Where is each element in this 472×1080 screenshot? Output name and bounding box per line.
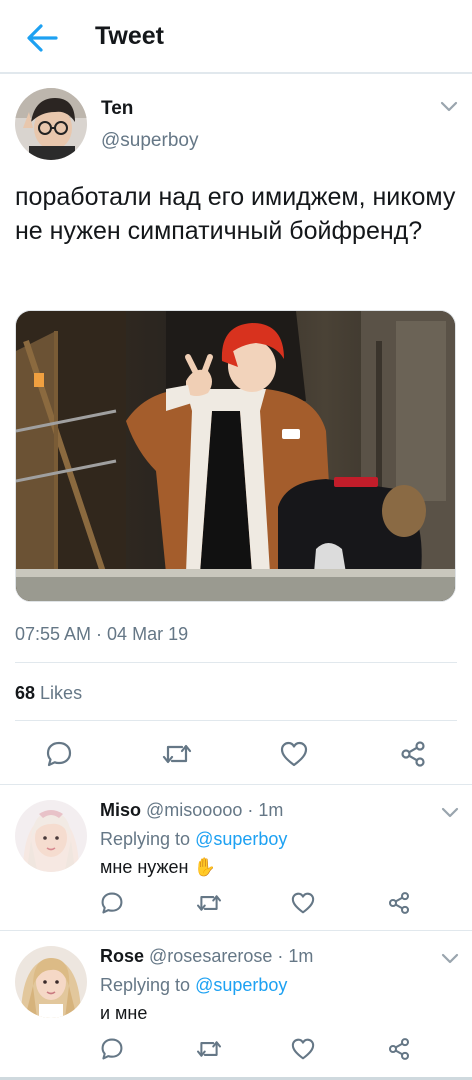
author-name[interactable]: Ten [101, 98, 133, 120]
retweet-button[interactable] [192, 1032, 226, 1066]
likes-stat[interactable]: 68 Likes [15, 683, 82, 704]
reply-button[interactable] [42, 737, 76, 771]
replying-prefix: Replying to [100, 829, 191, 849]
retweet-icon [196, 1041, 222, 1057]
tweet-photo[interactable] [15, 310, 456, 602]
reply-text: мне нужен ✋ [100, 857, 216, 878]
tweet-author: Ten @superboy [15, 88, 458, 168]
reply-text-body: и мне [100, 1003, 148, 1023]
mention-link[interactable]: @superboy [195, 975, 287, 995]
chevron-down-icon [440, 101, 458, 112]
author-handle[interactable]: @superboy [101, 130, 198, 152]
tweet-timestamp: 07:55 AM · 04 Mar 19 [15, 624, 189, 644]
reply-text-body: мне нужен [100, 857, 189, 877]
top-bar: Tweet [0, 0, 472, 74]
reply-options-button[interactable] [441, 952, 459, 970]
reply-button[interactable] [95, 1032, 129, 1066]
tweet-text: поработали над его имиджем, никому не ну… [15, 183, 456, 245]
retweet-icon [162, 744, 192, 764]
share-button[interactable] [382, 886, 416, 920]
reply-time: 1m [288, 946, 314, 966]
reply-header: Rose @rosesarerose · 1m [100, 946, 313, 967]
replying-prefix: Replying to [100, 975, 191, 995]
divider [0, 930, 472, 931]
reply-header: Miso @misooooo · 1m [100, 800, 283, 821]
reply-author-name[interactable]: Miso [100, 800, 141, 820]
reply-button[interactable] [95, 886, 129, 920]
replying-to: Replying to @superboy [100, 975, 287, 996]
reply-author-name[interactable]: Rose [100, 946, 144, 966]
like-button[interactable] [286, 1032, 320, 1066]
arrow-left-icon [27, 24, 58, 52]
comment-icon [46, 741, 72, 767]
share-icon [388, 1038, 410, 1060]
avatar[interactable] [15, 946, 87, 1018]
avatar[interactable] [15, 800, 87, 872]
chevron-down-icon [441, 953, 459, 964]
replying-to: Replying to @superboy [100, 829, 287, 850]
divider [15, 720, 457, 721]
likes-label: Likes [40, 683, 83, 703]
like-button[interactable] [286, 886, 320, 920]
back-button[interactable] [22, 20, 62, 56]
comment-icon [101, 892, 123, 914]
divider [15, 662, 457, 663]
reply-options-button[interactable] [441, 806, 459, 824]
retweet-button[interactable] [160, 737, 194, 771]
avatar[interactable] [15, 88, 87, 160]
raised-hand-emoji: ✋ [193, 857, 216, 877]
reply-text: и мне [100, 1003, 147, 1024]
separator-dot: · [247, 800, 254, 820]
separator-dot: · [277, 946, 284, 966]
reply-author-handle[interactable]: @misooooo [146, 800, 242, 820]
heart-icon [291, 1038, 315, 1060]
reply-time: 1m [258, 800, 284, 820]
share-button[interactable] [382, 1032, 416, 1066]
like-button[interactable] [277, 737, 311, 771]
retweet-button[interactable] [192, 886, 226, 920]
heart-icon [291, 892, 315, 914]
heart-icon [280, 741, 308, 767]
divider [0, 784, 472, 785]
comment-icon [101, 1038, 123, 1060]
share-icon [388, 892, 410, 914]
reply-author-handle[interactable]: @rosesarerose [149, 946, 272, 966]
page-title: Tweet [95, 22, 164, 50]
chevron-down-icon [441, 807, 459, 818]
tweet-options-button[interactable] [440, 100, 458, 118]
share-button[interactable] [396, 737, 430, 771]
retweet-icon [196, 895, 222, 911]
mention-link[interactable]: @superboy [195, 829, 287, 849]
share-icon [401, 741, 425, 767]
likes-count: 68 [15, 683, 36, 703]
